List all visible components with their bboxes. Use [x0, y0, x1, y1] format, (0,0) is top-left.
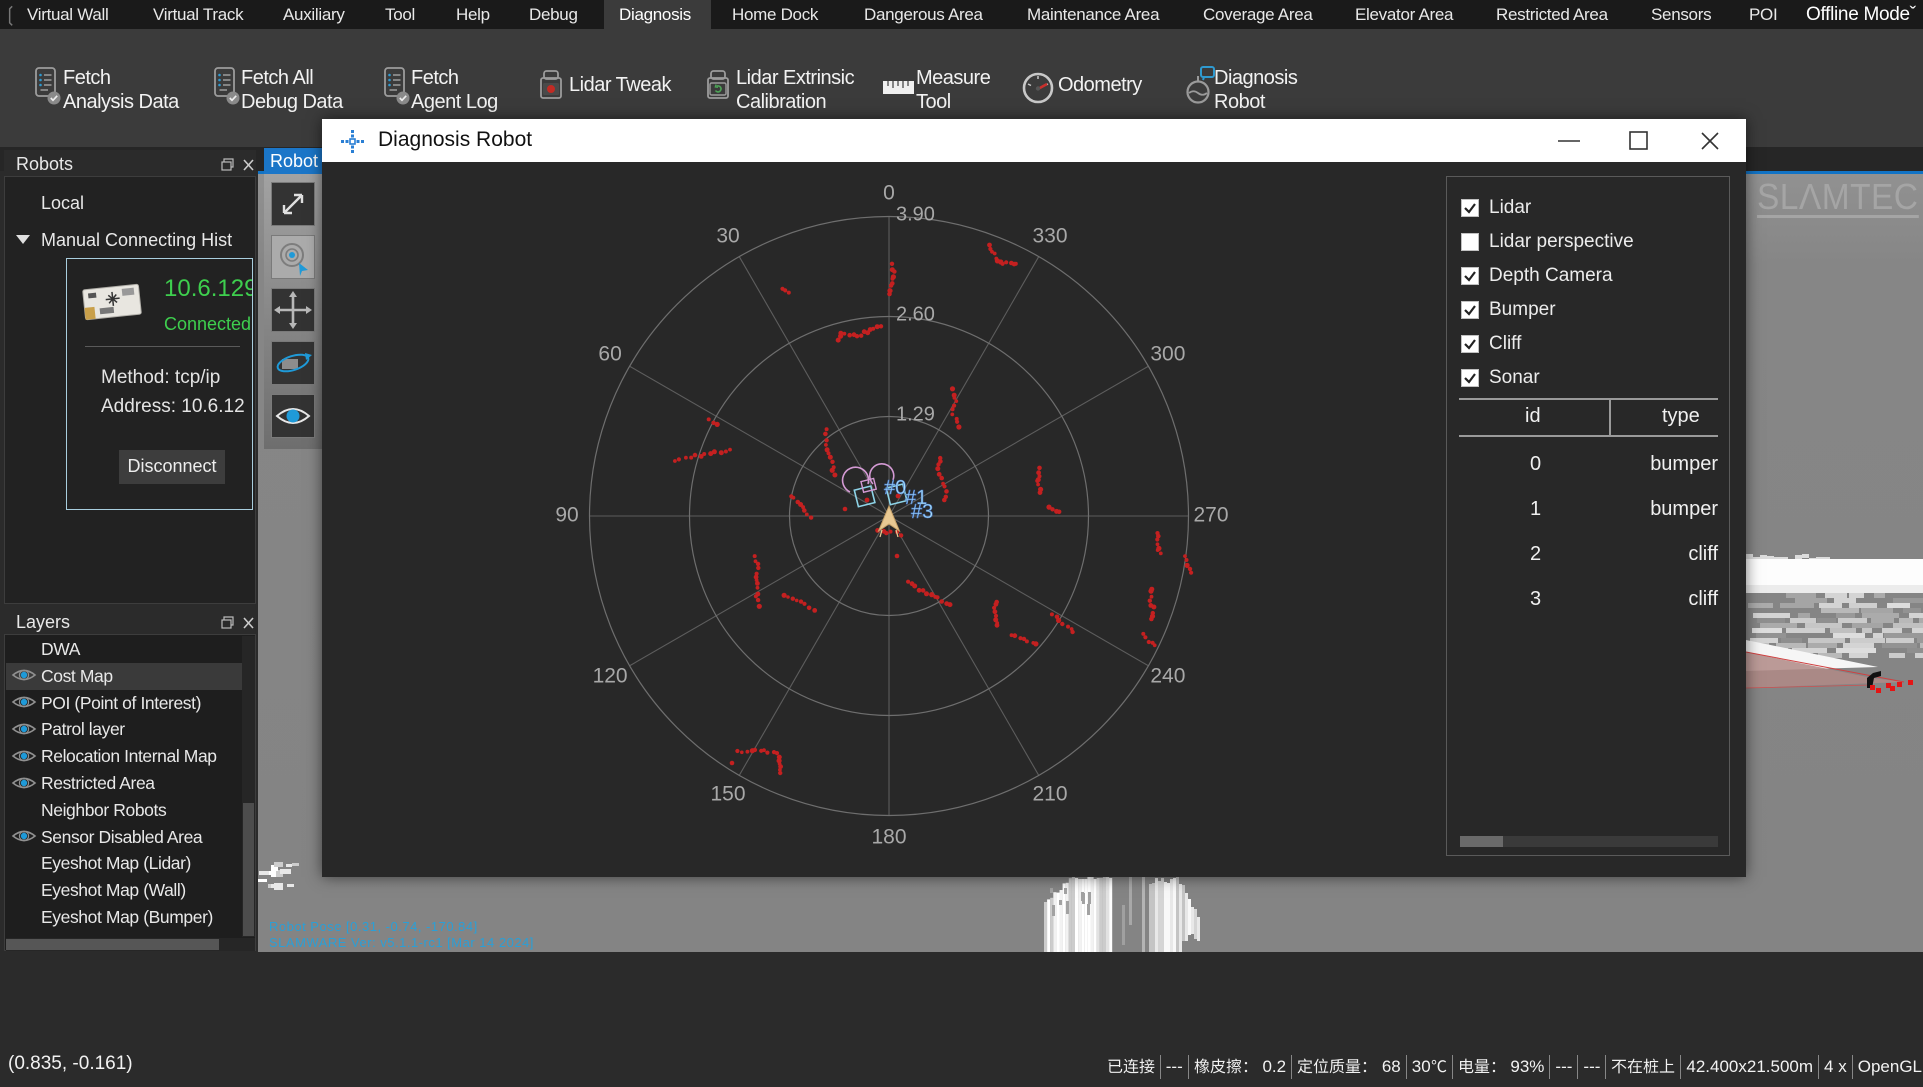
svg-text:30: 30 [716, 225, 739, 248]
svg-text:#3: #3 [911, 501, 933, 523]
svg-text:300: 300 [1150, 343, 1185, 366]
svg-text:60: 60 [598, 343, 621, 366]
svg-text:90: 90 [555, 504, 578, 527]
svg-text:180: 180 [871, 826, 906, 849]
svg-text:3.90: 3.90 [896, 204, 935, 226]
svg-text:150: 150 [710, 782, 745, 805]
svg-text:#0: #0 [884, 477, 906, 499]
svg-text:330: 330 [1032, 225, 1067, 248]
svg-text:120: 120 [593, 665, 628, 688]
svg-text:240: 240 [1150, 665, 1185, 688]
svg-text:0: 0 [883, 182, 895, 205]
svg-text:1.29: 1.29 [896, 404, 935, 426]
svg-text:2.60: 2.60 [896, 304, 935, 326]
svg-text:270: 270 [1193, 504, 1228, 527]
svg-text:210: 210 [1032, 782, 1067, 805]
